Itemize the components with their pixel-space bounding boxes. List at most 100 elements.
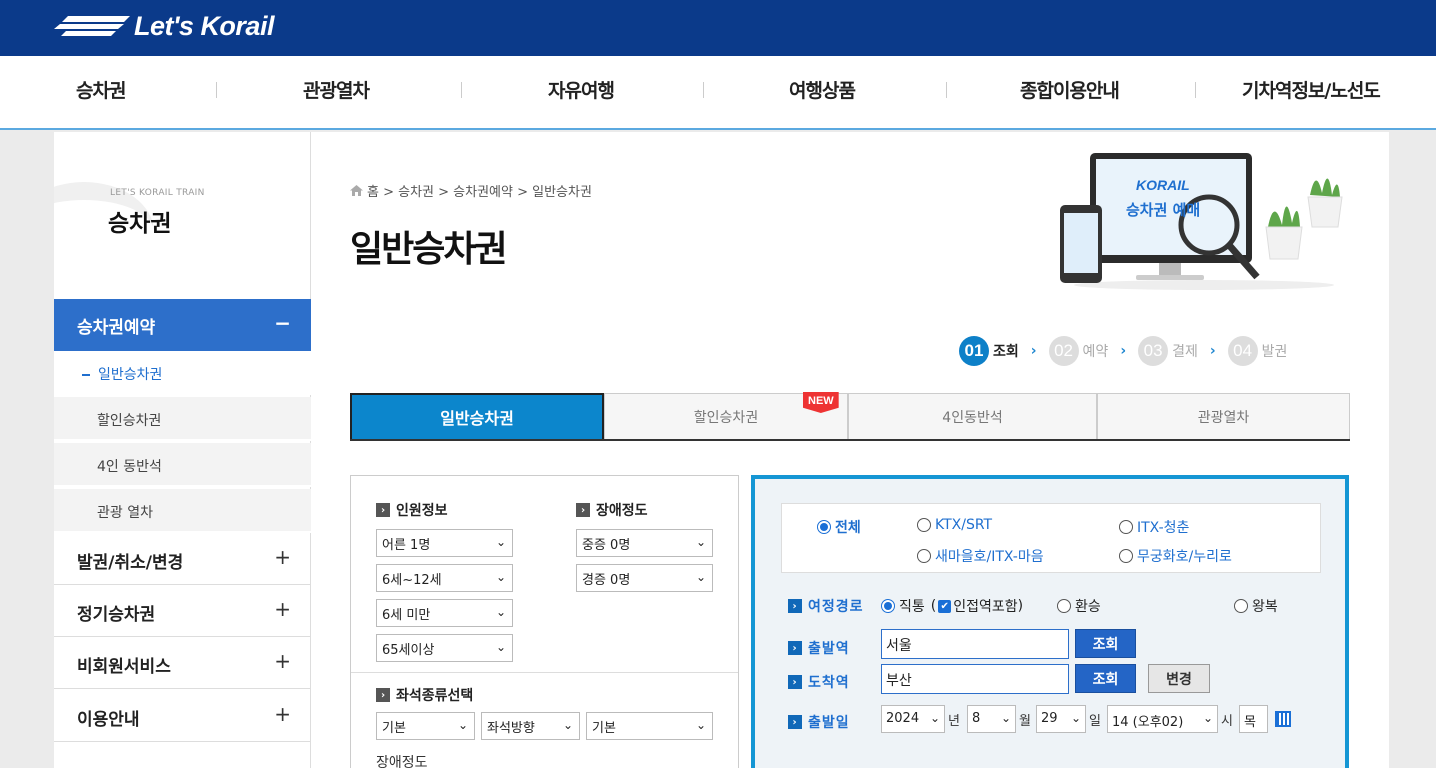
content-container: LET'S KORAIL TRAIN 승차권 승차권예약 − 일반승차권 할인승… xyxy=(54,132,1389,768)
korail-logo-icon xyxy=(54,16,130,36)
gnb-item-tour-train[interactable]: 관광열차 xyxy=(303,76,370,103)
collapse-icon[interactable]: − xyxy=(274,311,291,335)
sidebar-item-guest-service[interactable]: 비회원서비스 + xyxy=(54,637,311,689)
radio-label: 무궁화호/누리로 xyxy=(1137,549,1232,565)
sidebar-item-label: 비회원서비스 xyxy=(77,657,171,677)
select-value: 기본 xyxy=(592,721,616,736)
hour-unit: 시 xyxy=(1221,714,1233,729)
gnb-item-station-info[interactable]: 기차역정보/노선도 xyxy=(1242,76,1381,103)
step-label: 조회 xyxy=(993,344,1019,360)
day-select[interactable]: 29 ⌄ xyxy=(1036,705,1086,733)
radio-button[interactable] xyxy=(1119,549,1133,563)
sidebar-item-reservation[interactable]: 승차권예약 − xyxy=(54,299,311,351)
seat-extra-select[interactable]: 기본 ⌄ xyxy=(586,712,713,740)
gnb-item-travel-products[interactable]: 여행상품 xyxy=(789,76,856,103)
expand-icon[interactable]: + xyxy=(274,545,291,569)
arrow-box-icon: › xyxy=(376,503,390,517)
route-transfer-option[interactable]: 환승 xyxy=(1057,596,1101,616)
departure-station-input[interactable]: 서울 xyxy=(881,629,1069,659)
illustration-caption: 승차권 예매 xyxy=(1126,201,1201,219)
tab-discount-ticket[interactable]: 할인승차권 NEW xyxy=(604,392,848,439)
calendar-icon[interactable] xyxy=(1275,711,1291,727)
year-select[interactable]: 2024 ⌄ xyxy=(881,705,945,733)
chevron-down-icon: ⌄ xyxy=(1202,711,1213,725)
step-label: 발권 xyxy=(1261,344,1288,360)
departure-search-button[interactable]: 조회 xyxy=(1075,629,1136,658)
radio-button[interactable] xyxy=(1234,599,1248,613)
severe-disability-select[interactable]: 중증 0명 ⌄ xyxy=(576,529,713,557)
swap-stations-button[interactable]: 변경 xyxy=(1148,664,1210,693)
day-unit: 일 xyxy=(1089,714,1101,729)
radio-label: KTX/SRT xyxy=(935,517,993,533)
arrow-box-icon: › xyxy=(576,503,590,517)
radio-button[interactable] xyxy=(817,520,831,534)
route-direct-option[interactable]: 직통 ( ✔ 인접역포함) xyxy=(881,596,1023,616)
tab-label: 할인승차권 xyxy=(693,409,759,426)
expand-icon[interactable]: + xyxy=(274,649,291,673)
breadcrumb-path[interactable]: 홈 > 승차권 > 승차권예약 > 일반승차권 xyxy=(367,185,592,200)
senior-count-select[interactable]: 65세이상 ⌄ xyxy=(376,634,513,662)
row-label-text: 출발일 xyxy=(808,715,850,731)
option-label: 왕복 xyxy=(1252,599,1278,615)
arrival-station-input[interactable]: 부산 xyxy=(881,664,1069,694)
select-value: 6세~12세 xyxy=(382,573,442,588)
sidebar-subitem-group4[interactable]: 4인 동반석 xyxy=(54,443,311,487)
chevron-right-icon: › xyxy=(1030,343,1037,359)
gnb-item-free-travel[interactable]: 자유여행 xyxy=(548,76,615,103)
radio-button[interactable] xyxy=(881,599,895,613)
radio-label: ITX-청춘 xyxy=(1137,520,1190,536)
tab-group4-seat[interactable]: 4인동반석 xyxy=(848,393,1097,439)
passenger-panel: › 인원정보 어른 1명 ⌄ 6세~12세 ⌄ 6세 미만 ⌄ 65세이상 ⌄ › 장애정도… xyxy=(350,475,739,768)
child-count-select[interactable]: 6세~12세 ⌄ xyxy=(376,564,513,592)
train-type-saemaeul-itx-maeum[interactable]: 새마을호/ITX-마음 xyxy=(917,546,1044,566)
gnb-separator xyxy=(946,82,947,98)
home-icon[interactable] xyxy=(350,185,363,200)
seat-direction-select[interactable]: 좌석방향 ⌄ xyxy=(481,712,580,740)
sidebar-subitem-label: 일반승차권 xyxy=(98,367,163,383)
arrival-search-button[interactable]: 조회 xyxy=(1075,664,1136,693)
step-label: 결제 xyxy=(1172,344,1198,360)
round-trip-option[interactable]: 왕복 xyxy=(1234,596,1278,616)
month-select[interactable]: 8 ⌄ xyxy=(967,705,1016,733)
arrow-box-icon: › xyxy=(788,715,802,729)
expand-icon[interactable]: + xyxy=(274,597,291,621)
chevron-down-icon: ⌄ xyxy=(929,711,940,725)
nearby-station-checkbox[interactable]: ✔ xyxy=(938,599,952,613)
sidebar-item-issue-cancel[interactable]: 발권/취소/변경 + xyxy=(54,533,311,585)
seat-type-select[interactable]: 기본 ⌄ xyxy=(376,712,475,740)
arrow-box-icon: › xyxy=(788,675,802,689)
radio-button[interactable] xyxy=(917,518,931,532)
radio-button[interactable] xyxy=(917,549,931,563)
radio-button[interactable] xyxy=(1119,520,1133,534)
sidebar-item-season-ticket[interactable]: 정기승차권 + xyxy=(54,585,311,637)
expand-icon[interactable]: + xyxy=(274,702,291,726)
mild-disability-select[interactable]: 경증 0명 ⌄ xyxy=(576,564,713,592)
gnb-item-guide[interactable]: 종합이용안내 xyxy=(1020,76,1120,103)
chevron-down-icon: ⌄ xyxy=(495,640,506,654)
step-issue: 04 발권 xyxy=(1227,336,1288,366)
adult-count-select[interactable]: 어른 1명 ⌄ xyxy=(376,529,513,557)
step-number: 02 xyxy=(1048,336,1079,366)
sidebar-subitem-general[interactable]: 일반승차권 xyxy=(54,351,311,395)
radio-button[interactable] xyxy=(1057,599,1071,613)
train-type-itx-cheongchun[interactable]: ITX-청춘 xyxy=(1119,517,1189,537)
chevron-down-icon: ⌄ xyxy=(1000,711,1011,725)
train-type-all[interactable]: 전체 xyxy=(817,517,861,537)
train-type-mugunghwa-nuriro[interactable]: 무궁화호/누리로 xyxy=(1119,546,1232,566)
booking-steps: 01 조회 › 02 예약 › 03 결제 › 04 발권 xyxy=(959,336,1299,366)
sidebar-subitem-discount[interactable]: 할인승차권 xyxy=(54,397,311,441)
seat-type-title: › 좌석종류선택 xyxy=(376,685,473,705)
sidebar-item-usage-guide[interactable]: 이용안내 + xyxy=(54,690,311,742)
ticket-type-tabs: 일반승차권 할인승차권 NEW 4인동반석 관광열차 xyxy=(350,392,1350,441)
global-nav: 승차권 관광열차 자유여행 여행상품 종합이용안내 기차역정보/노선도 xyxy=(0,56,1436,130)
select-value: 2024 xyxy=(886,711,920,726)
tab-tour-train[interactable]: 관광열차 xyxy=(1097,393,1350,439)
tab-general-ticket[interactable]: 일반승차권 xyxy=(350,393,604,439)
korail-logo[interactable]: Let's Korail xyxy=(54,6,274,46)
train-type-ktx-srt[interactable]: KTX/SRT xyxy=(917,517,992,533)
step-payment: 03 결제 › xyxy=(1138,336,1216,366)
hour-select[interactable]: 14 (오후02) ⌄ xyxy=(1107,705,1218,733)
gnb-item-ticket[interactable]: 승차권 xyxy=(76,76,126,103)
infant-count-select[interactable]: 6세 미만 ⌄ xyxy=(376,599,513,627)
sidebar-subitem-tour[interactable]: 관광 열차 xyxy=(54,489,311,533)
